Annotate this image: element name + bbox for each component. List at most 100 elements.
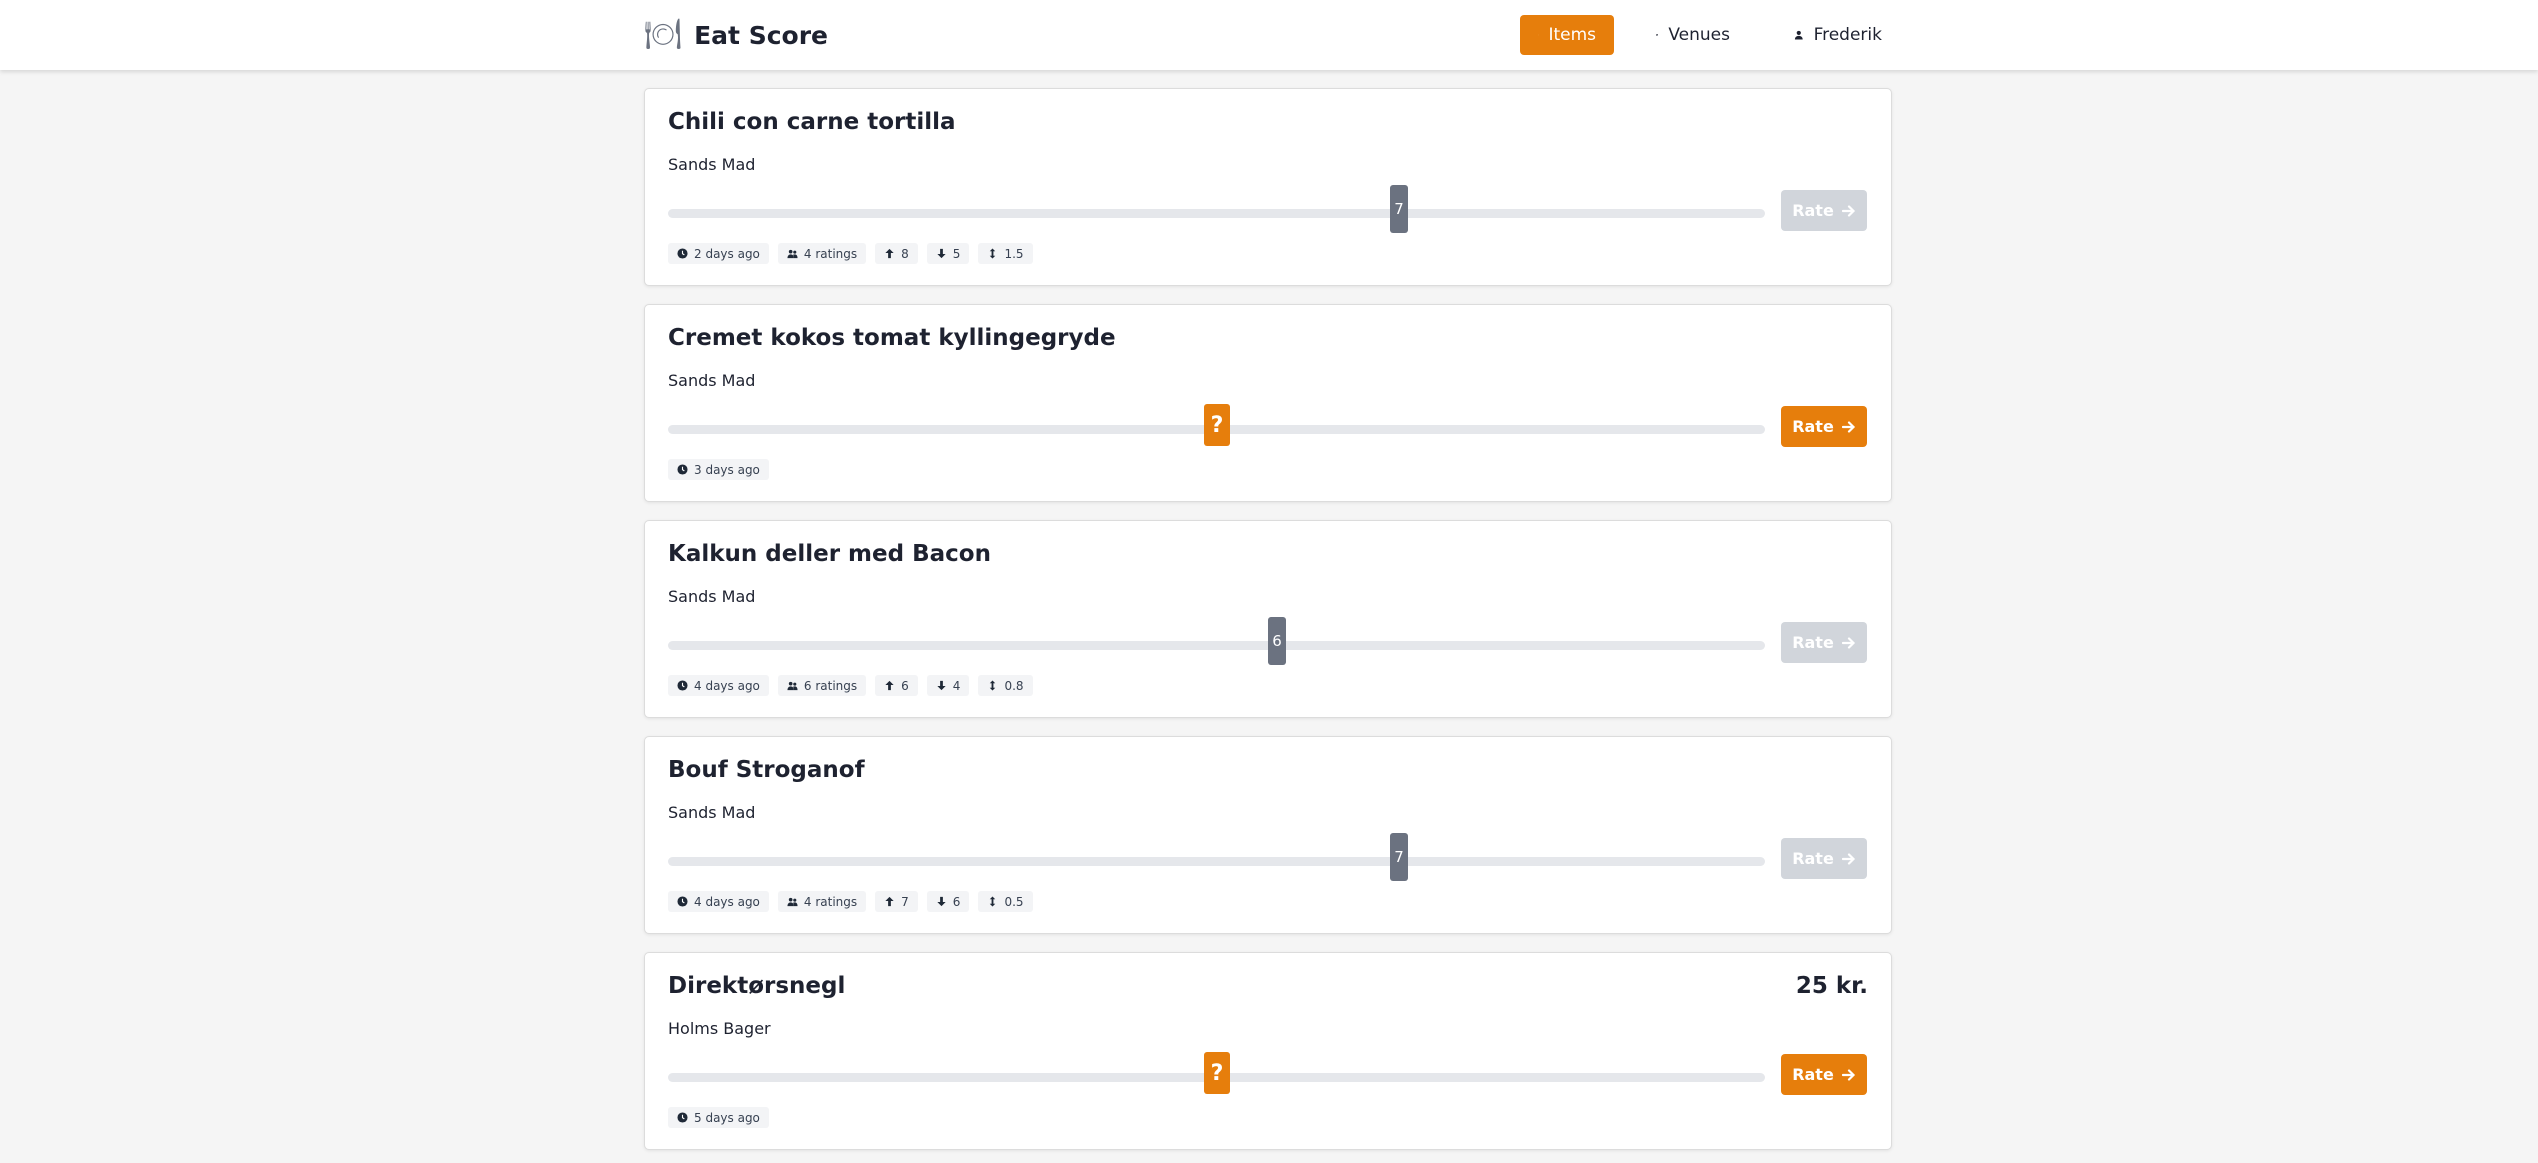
item-stats: 3 days ago bbox=[668, 459, 769, 480]
rate-button-label: Rate bbox=[1792, 201, 1834, 220]
spread-tag: 0.8 bbox=[978, 675, 1033, 696]
rating-slider[interactable]: ? bbox=[668, 1052, 1765, 1094]
rating-slider-thumb[interactable]: 6 bbox=[1268, 617, 1286, 665]
user-icon bbox=[1794, 30, 1803, 40]
age-text: 5 days ago bbox=[694, 1110, 760, 1125]
arrow-right-icon bbox=[1841, 636, 1855, 649]
spread-text: 0.8 bbox=[1004, 678, 1024, 693]
item-title: Chili con carne tortilla bbox=[668, 109, 956, 135]
ratings-count-tag: 6 ratings bbox=[777, 675, 867, 696]
rate-button[interactable]: Rate bbox=[1781, 622, 1867, 663]
rating-slider-thumb[interactable]: 7 bbox=[1390, 185, 1408, 233]
users-icon bbox=[787, 681, 798, 691]
rate-button-label: Rate bbox=[1792, 849, 1834, 868]
arrow-right-icon bbox=[1841, 204, 1855, 217]
clock-icon bbox=[677, 680, 688, 691]
age-tag: 4 days ago bbox=[668, 675, 769, 696]
item-stats: 5 days ago bbox=[668, 1107, 769, 1128]
item-card: Cremet kokos tomat kyllingegryde Sands Ma… bbox=[644, 304, 1892, 502]
rate-button-label: Rate bbox=[1792, 633, 1834, 652]
nav-user-button[interactable]: Frederik bbox=[1776, 15, 1900, 55]
nav-venues-label: Venues bbox=[1668, 25, 1730, 45]
item-venue[interactable]: Sands Mad bbox=[668, 371, 755, 390]
users-icon bbox=[787, 249, 798, 259]
ratings-count-tag: 4 ratings bbox=[777, 891, 867, 912]
rate-button[interactable]: Rate bbox=[1781, 838, 1867, 879]
item-card: Kalkun deller med Bacon Sands Mad 6 Rate 4 d… bbox=[644, 520, 1892, 718]
item-card: Direktørsnegl 25 kr. Holms Bager? Rate 5 day… bbox=[644, 952, 1892, 1150]
age-tag: 3 days ago bbox=[668, 459, 769, 480]
item-title: Bouf Stroganof bbox=[668, 757, 865, 783]
upvotes-text: 6 bbox=[901, 678, 909, 693]
upvotes-tag: 8 bbox=[875, 243, 918, 264]
ratings-count-text: 4 ratings bbox=[803, 246, 858, 261]
upvotes-tag: 6 bbox=[875, 675, 918, 696]
rating-slider-thumb[interactable]: 7 bbox=[1390, 833, 1408, 881]
rate-button-label: Rate bbox=[1792, 1065, 1834, 1084]
arrow-up-icon bbox=[885, 680, 894, 691]
arrow-right-icon bbox=[1841, 420, 1855, 433]
arrow-down-icon bbox=[937, 680, 946, 691]
age-tag: 5 days ago bbox=[668, 1107, 769, 1128]
clock-icon bbox=[677, 1112, 688, 1123]
clock-icon bbox=[677, 248, 688, 259]
rating-slider[interactable]: ? bbox=[668, 404, 1765, 446]
nav-items-label: Items bbox=[1548, 25, 1596, 45]
arrow-down-icon bbox=[937, 896, 946, 907]
app-title: Eat Score bbox=[694, 20, 828, 50]
item-venue[interactable]: Sands Mad bbox=[668, 803, 755, 822]
rating-slider-thumb[interactable]: ? bbox=[1204, 404, 1230, 446]
age-text: 4 days ago bbox=[694, 678, 760, 693]
arrow-right-icon bbox=[1841, 1068, 1855, 1081]
rate-button[interactable]: Rate bbox=[1781, 1054, 1867, 1095]
age-text: 2 days ago bbox=[694, 246, 760, 261]
downvotes-text: 4 bbox=[952, 678, 961, 693]
item-stats: 4 days ago 6 ratings 6 4 0.8 bbox=[668, 675, 1033, 696]
spread-tag: 0.5 bbox=[978, 891, 1033, 912]
downvotes-tag: 5 bbox=[926, 243, 970, 264]
nav-user-label: Frederik bbox=[1813, 25, 1882, 45]
rate-button[interactable]: Rate bbox=[1781, 190, 1867, 231]
downvotes-text: 6 bbox=[952, 894, 961, 909]
ratings-count-tag: 4 ratings bbox=[777, 243, 867, 264]
ratings-count-text: 6 ratings bbox=[803, 678, 858, 693]
rating-slider[interactable]: 6 bbox=[668, 617, 1765, 665]
rate-button-label: Rate bbox=[1792, 417, 1834, 436]
upvotes-tag: 7 bbox=[875, 891, 918, 912]
clock-icon bbox=[677, 464, 688, 475]
item-title: Cremet kokos tomat kyllingegryde bbox=[668, 325, 1116, 351]
upvotes-text: 7 bbox=[901, 894, 909, 909]
users-icon bbox=[787, 897, 798, 907]
nav-venues-button[interactable]: Venues bbox=[1638, 15, 1748, 55]
arrow-down-icon bbox=[937, 248, 946, 259]
age-text: 4 days ago bbox=[694, 894, 760, 909]
rating-slider-thumb[interactable]: ? bbox=[1204, 1052, 1230, 1094]
downvotes-text: 5 bbox=[952, 246, 961, 261]
clock-icon bbox=[677, 896, 688, 907]
item-card: Bouf Stroganof Sands Mad 7 Rate 4 days ago 4 … bbox=[644, 736, 1892, 934]
rating-slider[interactable]: 7 bbox=[668, 833, 1765, 881]
item-title: Direktørsnegl bbox=[668, 973, 846, 999]
age-tag: 4 days ago bbox=[668, 891, 769, 912]
nav-items-button[interactable]: Items bbox=[1520, 15, 1614, 55]
spread-tag: 1.5 bbox=[978, 243, 1033, 264]
item-card: Chili con carne tortilla Sands Mad 7 Rate 2 … bbox=[644, 88, 1892, 286]
rate-button[interactable]: Rate bbox=[1781, 406, 1867, 447]
downvotes-tag: 6 bbox=[926, 891, 970, 912]
item-price: 25 kr. bbox=[1795, 973, 1868, 999]
arrows-vertical-icon bbox=[990, 896, 996, 907]
brand[interactable]: 🍽 Eat Score bbox=[644, 18, 828, 52]
upvotes-text: 8 bbox=[901, 246, 909, 261]
item-venue[interactable]: Holms Bager bbox=[668, 1019, 771, 1038]
item-title: Kalkun deller med Bacon bbox=[668, 541, 991, 567]
spread-text: 0.5 bbox=[1004, 894, 1024, 909]
item-venue[interactable]: Sands Mad bbox=[668, 587, 755, 606]
spread-text: 1.5 bbox=[1004, 246, 1024, 261]
arrow-up-icon bbox=[885, 248, 894, 259]
arrows-vertical-icon bbox=[990, 680, 996, 691]
rating-slider[interactable]: 7 bbox=[668, 185, 1765, 233]
item-venue[interactable]: Sands Mad bbox=[668, 155, 755, 174]
plate-icon: 🍽 bbox=[644, 17, 683, 52]
top-navbar: 🍽 Eat Score Items Venues Frederik bbox=[0, 0, 2538, 70]
arrow-right-icon bbox=[1841, 852, 1855, 865]
